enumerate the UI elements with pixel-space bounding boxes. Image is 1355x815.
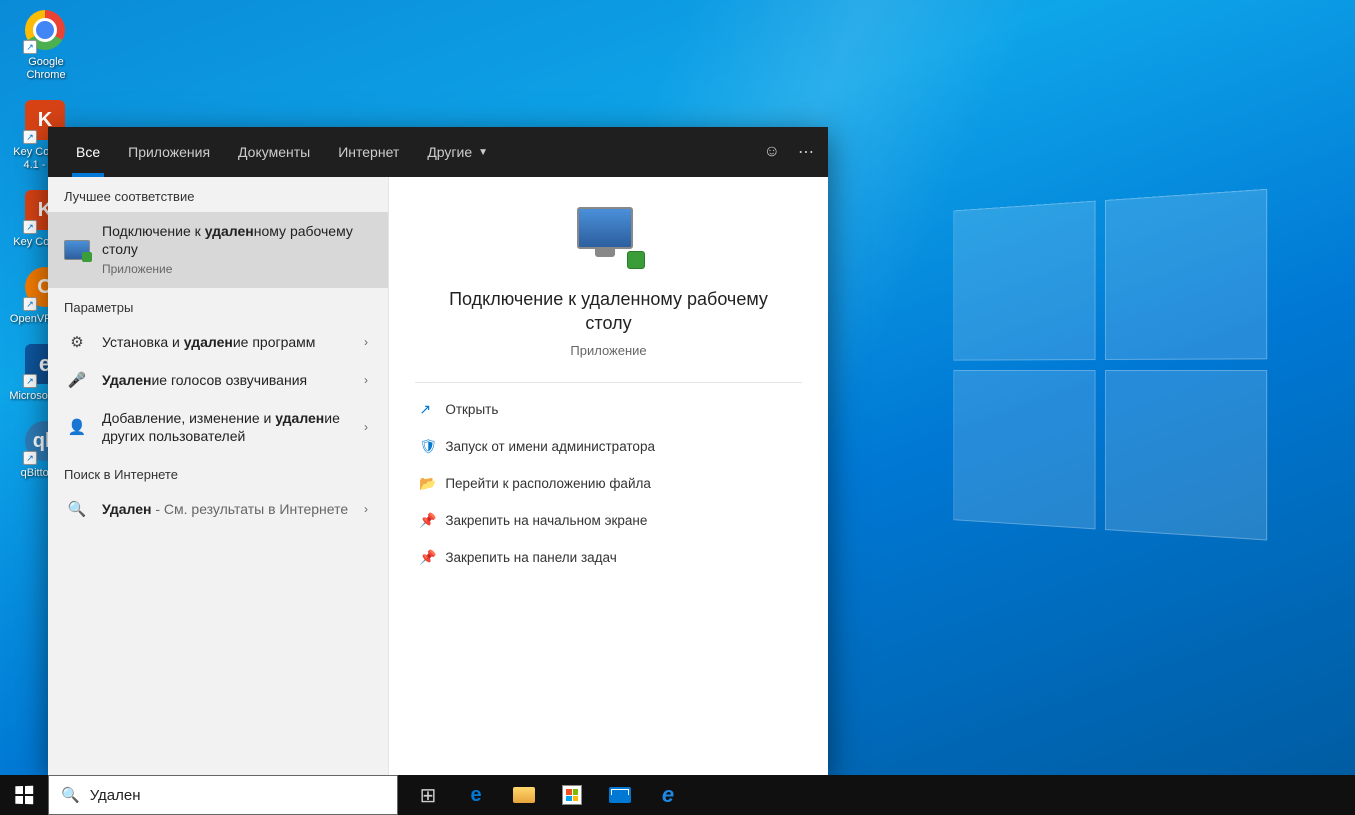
folder-icon: 📂 bbox=[419, 475, 445, 492]
section-settings: Параметры bbox=[48, 288, 388, 323]
windows-logo-background bbox=[953, 188, 1278, 552]
shortcut-arrow-icon: ↗ bbox=[23, 451, 37, 465]
start-button[interactable] bbox=[0, 775, 48, 815]
remote-desktop-large-icon bbox=[577, 207, 641, 271]
tab-apps[interactable]: Приложения bbox=[114, 127, 224, 177]
chevron-right-icon: › bbox=[360, 335, 372, 349]
action-pin-taskbar[interactable]: 📌Закрепить на панели задач bbox=[415, 539, 801, 576]
result-web-search[interactable]: 🔍 Удален - См. результаты в Интернете › bbox=[48, 490, 388, 528]
divider bbox=[415, 382, 801, 383]
chevron-right-icon: › bbox=[360, 420, 372, 434]
taskbar-edge[interactable]: e bbox=[452, 775, 500, 815]
taskbar-explorer[interactable] bbox=[500, 775, 548, 815]
remote-desktop-icon bbox=[64, 240, 90, 260]
shortcut-arrow-icon: ↗ bbox=[23, 220, 37, 234]
section-web: Поиск в Интернете bbox=[48, 455, 388, 490]
tab-other[interactable]: Другие▼ bbox=[413, 127, 502, 177]
chevron-down-icon: ▼ bbox=[478, 147, 488, 158]
windows-icon bbox=[15, 786, 33, 805]
microphone-icon: 🎤 bbox=[64, 371, 90, 389]
search-input[interactable] bbox=[90, 787, 385, 804]
user-icon: 👤 bbox=[64, 418, 90, 436]
tab-all[interactable]: Все bbox=[62, 127, 114, 177]
result-uninstall-programs[interactable]: ⚙ Установка и удаление программ › bbox=[48, 323, 388, 361]
feedback-icon[interactable]: ☺ bbox=[764, 143, 780, 161]
task-view-button[interactable]: ⊞ bbox=[404, 775, 452, 815]
tab-internet[interactable]: Интернет bbox=[324, 127, 413, 177]
action-run-as-admin[interactable]: 🛡Запуск от имени администратора bbox=[415, 428, 801, 465]
action-open-location[interactable]: 📂Перейти к расположению файла bbox=[415, 465, 801, 502]
result-remove-voices[interactable]: 🎤 Удаление голосов озвучивания › bbox=[48, 361, 388, 399]
shortcut-arrow-icon: ↗ bbox=[23, 40, 37, 54]
more-icon[interactable]: ⋯ bbox=[798, 142, 814, 162]
shortcut-arrow-icon: ↗ bbox=[23, 374, 37, 388]
taskbar-ie[interactable]: e bbox=[644, 775, 692, 815]
desktop-icon-chrome[interactable]: ↗ Google Chrome bbox=[8, 10, 84, 82]
result-remote-desktop[interactable]: Подключение к удаленному рабочему столу … bbox=[48, 212, 388, 288]
taskbar-search-box[interactable]: 🔍 bbox=[48, 775, 398, 815]
tab-docs[interactable]: Документы bbox=[224, 127, 324, 177]
action-pin-start[interactable]: 📌Закрепить на начальном экране bbox=[415, 502, 801, 539]
search-results-list: Лучшее соответствие Подключение к удален… bbox=[48, 177, 388, 775]
chevron-right-icon: › bbox=[360, 373, 372, 387]
search-icon: 🔍 bbox=[61, 786, 80, 804]
pin-icon: 📌 bbox=[419, 512, 445, 529]
gear-icon: ⚙ bbox=[64, 333, 90, 351]
result-manage-users[interactable]: 👤 Добавление, изменение и удаление други… bbox=[48, 399, 388, 455]
shortcut-arrow-icon: ↗ bbox=[23, 130, 37, 144]
preview-subtitle: Приложение bbox=[570, 343, 646, 358]
taskbar-store[interactable] bbox=[548, 775, 596, 815]
search-icon: 🔍 bbox=[64, 500, 90, 518]
open-icon: ↗ bbox=[419, 401, 445, 418]
taskbar: 🔍 ⊞ e e bbox=[0, 775, 1355, 815]
chevron-right-icon: › bbox=[360, 502, 372, 516]
action-open[interactable]: ↗Открыть bbox=[415, 391, 801, 428]
search-preview-pane: Подключение к удаленному рабочему столу … bbox=[388, 177, 828, 775]
search-results-panel: Все Приложения Документы Интернет Другие… bbox=[48, 127, 828, 775]
search-tabs-header: Все Приложения Документы Интернет Другие… bbox=[48, 127, 828, 177]
preview-title: Подключение к удаленному рабочему столу bbox=[389, 287, 828, 335]
shortcut-arrow-icon: ↗ bbox=[23, 297, 37, 311]
shield-icon: 🛡 bbox=[419, 438, 445, 455]
pin-icon: 📌 bbox=[419, 549, 445, 566]
taskbar-mail[interactable] bbox=[596, 775, 644, 815]
section-best-match: Лучшее соответствие bbox=[48, 177, 388, 212]
